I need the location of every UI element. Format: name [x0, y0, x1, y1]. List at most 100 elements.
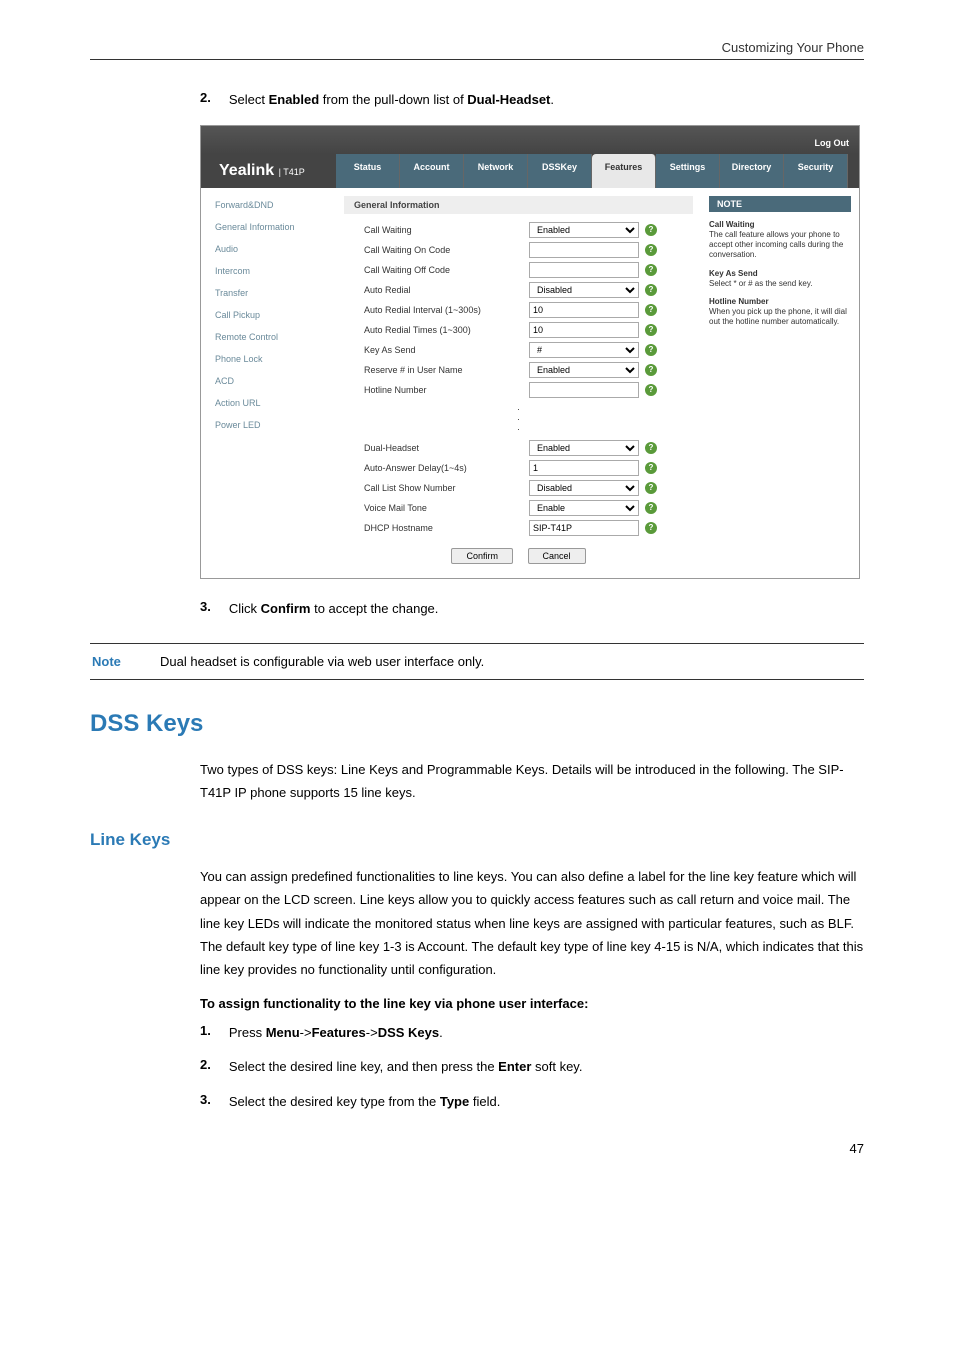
- form-input[interactable]: [529, 382, 639, 398]
- t: Dual-Headset: [467, 92, 550, 107]
- t: Features: [312, 1025, 366, 1040]
- header-right: Customizing Your Phone: [90, 40, 864, 55]
- form-select[interactable]: Disabled: [529, 480, 639, 496]
- t: .: [439, 1025, 443, 1040]
- form-label: Auto Redial Interval (1~300s): [364, 305, 529, 315]
- note-block-title: Hotline Number: [709, 297, 851, 306]
- help-icon[interactable]: ?: [645, 284, 657, 296]
- t: Enabled: [269, 92, 320, 107]
- sidebar-item[interactable]: ACD: [201, 370, 336, 392]
- t: field.: [469, 1094, 500, 1109]
- help-icon[interactable]: ?: [645, 482, 657, 494]
- form-input[interactable]: [529, 242, 639, 258]
- t: DSS Keys: [378, 1025, 439, 1040]
- t: to accept the change.: [310, 601, 438, 616]
- t: Confirm: [261, 601, 311, 616]
- form-select[interactable]: Enabled: [529, 440, 639, 456]
- sidebar-item[interactable]: Remote Control: [201, 326, 336, 348]
- logout-link[interactable]: Log Out: [815, 138, 850, 154]
- help-icon[interactable]: ?: [645, 324, 657, 336]
- t: soft key.: [531, 1059, 582, 1074]
- form-input[interactable]: [529, 460, 639, 476]
- help-icon[interactable]: ?: [645, 522, 657, 534]
- step-2: 2. Select Enabled from the pull-down lis…: [200, 90, 864, 110]
- sidebar-item[interactable]: Audio: [201, 238, 336, 260]
- sidebar-item[interactable]: Action URL: [201, 392, 336, 414]
- sidebar-item[interactable]: Power LED: [201, 414, 336, 436]
- step-number: 3.: [200, 599, 211, 619]
- tab-directory[interactable]: Directory: [720, 154, 784, 188]
- sidebar-item[interactable]: Forward&DND: [201, 194, 336, 216]
- note-block-title: Key As Send: [709, 269, 851, 278]
- help-icon[interactable]: ?: [645, 462, 657, 474]
- step-1: 1. Press Menu->Features->DSS Keys.: [200, 1023, 864, 1043]
- step-number: 2.: [200, 1057, 211, 1077]
- form-input[interactable]: [529, 520, 639, 536]
- form-label: Voice Mail Tone: [364, 503, 529, 513]
- t: ->: [300, 1025, 312, 1040]
- form-label: Auto Redial: [364, 285, 529, 295]
- web-ui-screenshot: Log Out Yealink | T41P Status Account Ne…: [200, 125, 864, 579]
- sidebar-item[interactable]: Call Pickup: [201, 304, 336, 326]
- form-select[interactable]: #: [529, 342, 639, 358]
- t: ->: [366, 1025, 378, 1040]
- form-select[interactable]: Disabled: [529, 282, 639, 298]
- tab-settings[interactable]: Settings: [656, 154, 720, 188]
- form-label: Key As Send: [364, 345, 529, 355]
- form-input[interactable]: [529, 322, 639, 338]
- sidebar-item[interactable]: Intercom: [201, 260, 336, 282]
- form-label: DHCP Hostname: [364, 523, 529, 533]
- step-number: 1.: [200, 1023, 211, 1043]
- sidebar-item[interactable]: General Information: [201, 216, 336, 238]
- cancel-button[interactable]: Cancel: [528, 548, 586, 564]
- form-label: Call Waiting: [364, 225, 529, 235]
- help-icon[interactable]: ?: [645, 364, 657, 376]
- t: from the pull-down list of: [319, 92, 467, 107]
- sidebar-item[interactable]: Phone Lock: [201, 348, 336, 370]
- sidebar-item[interactable]: Transfer: [201, 282, 336, 304]
- t: Menu: [266, 1025, 300, 1040]
- help-icon[interactable]: ?: [645, 442, 657, 454]
- form-select[interactable]: Enable: [529, 500, 639, 516]
- paragraph: You can assign predefined functionalitie…: [200, 865, 864, 982]
- note-block-body: Select * or # as the send key.: [709, 279, 851, 289]
- t: Select: [229, 92, 269, 107]
- t: Type: [440, 1094, 469, 1109]
- note-block-body: The call feature allows your phone to ac…: [709, 230, 851, 261]
- help-icon[interactable]: ?: [645, 384, 657, 396]
- t: Enter: [498, 1059, 531, 1074]
- help-icon[interactable]: ?: [645, 502, 657, 514]
- help-icon[interactable]: ?: [645, 344, 657, 356]
- step-number: 3.: [200, 1092, 211, 1112]
- note-label: Note: [90, 654, 160, 669]
- form-label: Call List Show Number: [364, 483, 529, 493]
- form-label: Auto-Answer Delay(1~4s): [364, 463, 529, 473]
- tab-network[interactable]: Network: [464, 154, 528, 188]
- sidebar: Forward&DND General Information Audio In…: [201, 188, 336, 578]
- help-icon[interactable]: ?: [645, 304, 657, 316]
- step-number: 2.: [200, 90, 211, 110]
- tab-account[interactable]: Account: [400, 154, 464, 188]
- help-icon[interactable]: ?: [645, 264, 657, 276]
- note-block-title: Call Waiting: [709, 220, 851, 229]
- t: Press: [229, 1025, 266, 1040]
- t: Click: [229, 601, 261, 616]
- form-input[interactable]: [529, 302, 639, 318]
- form-label: Dual-Headset: [364, 443, 529, 453]
- form-select[interactable]: Enabled: [529, 222, 639, 238]
- form-select[interactable]: Enabled: [529, 362, 639, 378]
- step-3: 3. Click Confirm to accept the change.: [200, 599, 864, 619]
- page-number: 47: [90, 1141, 864, 1156]
- subsection-heading: Line Keys: [90, 830, 864, 850]
- help-icon[interactable]: ?: [645, 244, 657, 256]
- form-input[interactable]: [529, 262, 639, 278]
- brand-logo: Yealink | T41P: [201, 154, 336, 188]
- form-label: Call Waiting Off Code: [364, 265, 529, 275]
- section-heading: DSS Keys: [90, 710, 864, 738]
- tab-security[interactable]: Security: [784, 154, 848, 188]
- tab-dsskey[interactable]: DSSKey: [528, 154, 592, 188]
- confirm-button[interactable]: Confirm: [451, 548, 513, 564]
- tab-features[interactable]: Features: [592, 154, 656, 188]
- tab-status[interactable]: Status: [336, 154, 400, 188]
- help-icon[interactable]: ?: [645, 224, 657, 236]
